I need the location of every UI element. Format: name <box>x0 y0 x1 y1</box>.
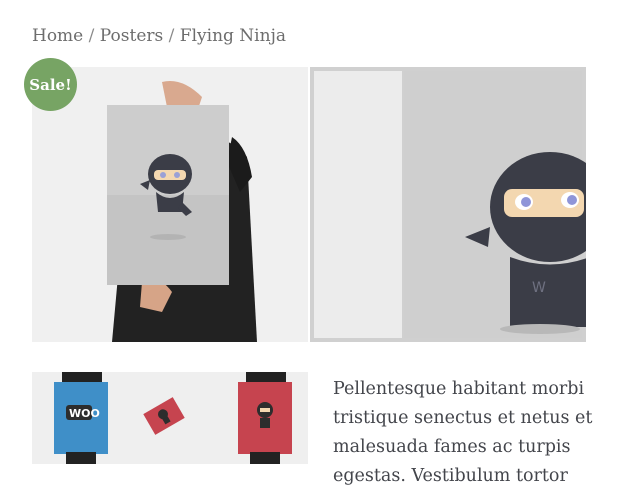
breadcrumb-separator: / <box>88 26 100 46</box>
product-zoom-image[interactable]: W <box>310 67 586 342</box>
product-thumbnail[interactable]: WOO <box>32 372 308 464</box>
svg-text:W: W <box>532 280 546 296</box>
breadcrumb-category-link[interactable]: Posters <box>100 26 163 46</box>
breadcrumb-current: Flying Ninja <box>179 26 286 46</box>
breadcrumb-separator: / <box>168 26 180 46</box>
product-description: Pellentesque habitant morbi tristique se… <box>333 379 593 486</box>
woo-logo-text: WOO <box>69 407 100 420</box>
ninja-zoom-illustration: W <box>310 67 586 342</box>
poster-thumbnail-illustration: WOO <box>32 372 308 464</box>
breadcrumb: Home / Posters / Flying Ninja <box>32 26 286 46</box>
breadcrumb-home-link[interactable]: Home <box>32 26 83 46</box>
sale-badge: Sale! <box>24 58 77 111</box>
poster-held-illustration <box>32 67 308 342</box>
product-main-image[interactable] <box>32 67 308 342</box>
